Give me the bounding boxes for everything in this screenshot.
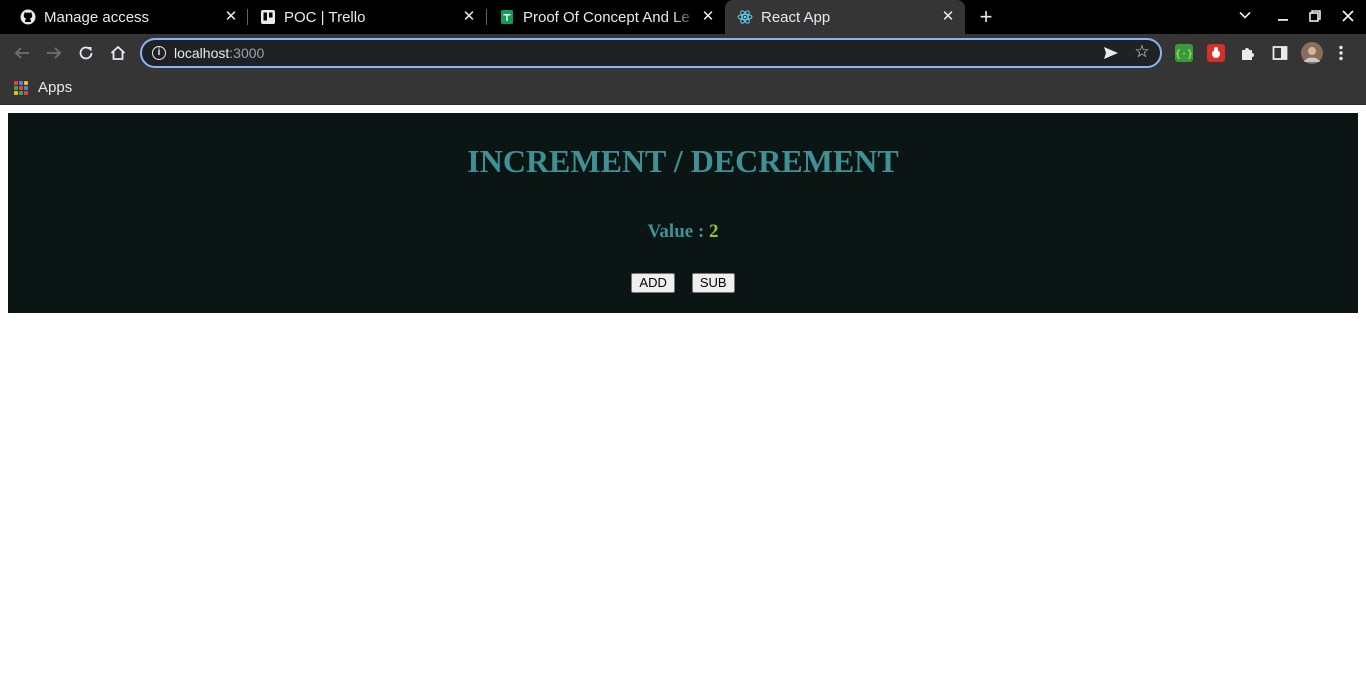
- forward-icon[interactable]: [43, 42, 65, 64]
- address-bar[interactable]: i localhost:3000 ☆: [140, 38, 1162, 68]
- tab-manage-access[interactable]: Manage access ✕: [8, 0, 248, 34]
- tab-title: React App: [761, 9, 831, 26]
- site-info-icon[interactable]: i: [152, 46, 166, 60]
- value-label: Value :: [647, 221, 710, 242]
- bookmarks-bar: Apps: [0, 72, 1366, 105]
- tab-title: Manage access: [44, 9, 150, 26]
- send-tab-icon[interactable]: [1102, 44, 1120, 62]
- url-host: localhost: [174, 45, 230, 61]
- react-icon: [737, 9, 753, 25]
- json-extension-icon[interactable]: {·}: [1175, 44, 1193, 62]
- bookmark-star-icon[interactable]: ☆: [1132, 42, 1152, 62]
- url-port: :3000: [229, 45, 265, 61]
- debug-extension-icon[interactable]: [1207, 44, 1225, 62]
- tab-title: Proof Of Concept And Le: [523, 9, 690, 26]
- tab-title: POC | Trello: [284, 9, 366, 26]
- counter-panel: INCREMENT / DECREMENT Value : 2 ADD SUB: [8, 113, 1358, 313]
- tab-trello[interactable]: POC | Trello ✕: [248, 0, 486, 34]
- home-icon[interactable]: [107, 42, 129, 64]
- extensions-puzzle-icon[interactable]: [1239, 44, 1257, 62]
- sub-button[interactable]: SUB: [691, 273, 735, 293]
- add-button[interactable]: ADD: [631, 273, 675, 293]
- browser-toolbar: i localhost:3000 ☆ {·}: [0, 34, 1366, 72]
- minimize-icon[interactable]: [1272, 6, 1294, 28]
- new-tab-button[interactable]: +: [976, 6, 996, 28]
- svg-text:{·}: {·}: [1175, 49, 1193, 60]
- close-icon[interactable]: ✕: [939, 8, 957, 26]
- counter-value-line: Value : 2: [8, 221, 1358, 243]
- tab-title-fade: [673, 8, 697, 27]
- sheets-icon: [499, 9, 515, 25]
- apps-label: Apps: [38, 79, 73, 96]
- profile-avatar[interactable]: [1301, 42, 1323, 64]
- tab-search-icon[interactable]: [1234, 6, 1256, 28]
- counter-buttons: ADD SUB: [8, 273, 1358, 293]
- page-title: INCREMENT / DECREMENT: [467, 143, 899, 179]
- tab-react-app[interactable]: React App ✕: [725, 0, 965, 34]
- side-panel-icon[interactable]: [1271, 44, 1289, 62]
- reload-icon[interactable]: [75, 42, 97, 64]
- trello-icon: [260, 9, 276, 25]
- close-icon[interactable]: ✕: [222, 8, 240, 26]
- menu-kebab-icon[interactable]: [1335, 44, 1347, 62]
- page-viewport: INCREMENT / DECREMENT Value : 2 ADD SUB: [0, 105, 1366, 694]
- back-icon[interactable]: [11, 42, 33, 64]
- tab-strip: Manage access ✕ POC | Trello ✕ Proof Of …: [0, 0, 1366, 34]
- apps-grid-icon: [14, 81, 28, 95]
- close-window-icon[interactable]: [1337, 6, 1359, 28]
- tab-proof-of-concept[interactable]: Proof Of Concept And Le ✕: [487, 0, 725, 34]
- close-icon[interactable]: ✕: [460, 8, 478, 26]
- github-icon: [20, 9, 36, 25]
- close-icon[interactable]: ✕: [699, 8, 717, 26]
- restore-icon[interactable]: [1304, 6, 1326, 28]
- apps-shortcut[interactable]: Apps: [14, 79, 72, 97]
- address-url: localhost:3000: [174, 45, 264, 61]
- counter-value: 2: [709, 221, 719, 242]
